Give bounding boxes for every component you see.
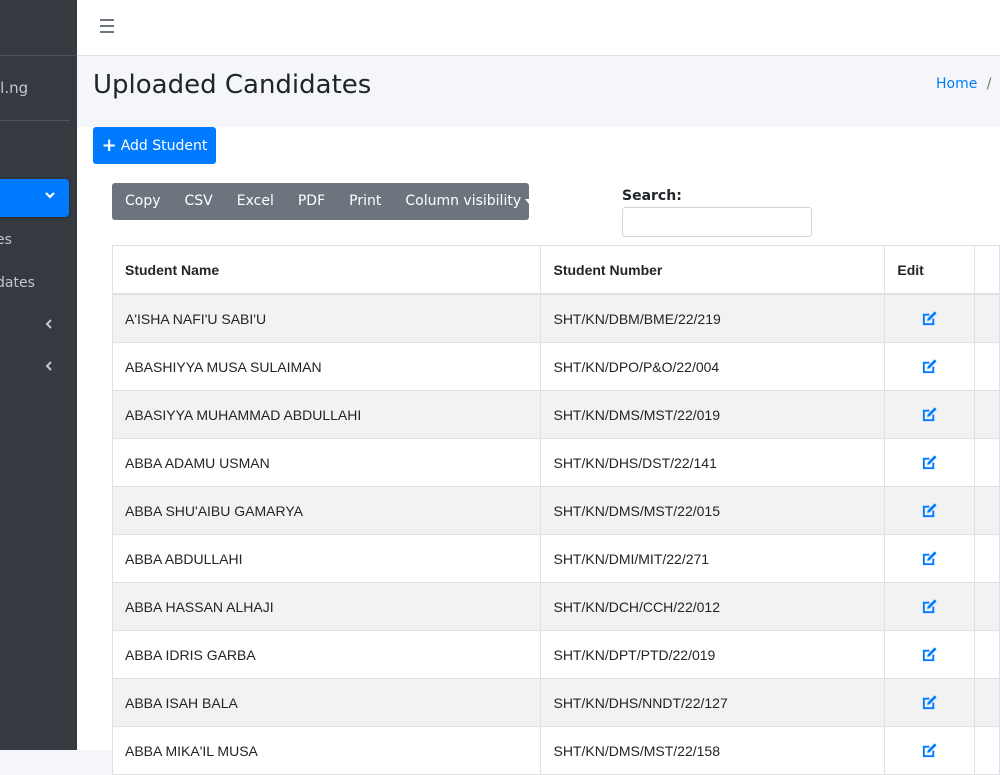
print-button[interactable]: Print: [337, 183, 393, 220]
student-number-cell: SHT/KN/DHS/NNDT/22/127: [540, 678, 886, 727]
sidebar-user-email[interactable]: il.ng: [0, 79, 28, 97]
student-number-cell: SHT/KN/DMI/MIT/22/271: [540, 534, 886, 583]
table-row: ABASHIYYA MUSA SULAIMAN SHT/KN/DPO/P&O/22…: [111, 342, 1000, 391]
student-name-cell: ABBA ISAH BALA: [111, 678, 542, 727]
table-row: ABBA ABDULLAHI SHT/KN/DMI/MIT/22/271: [111, 534, 1000, 583]
chevron-down-icon: [45, 192, 55, 199]
edit-icon[interactable]: [921, 694, 938, 711]
student-name-cell: ABBA HASSAN ALHAJI: [111, 582, 542, 631]
extra-cell: [973, 726, 1000, 775]
student-name-cell: ABBA ADAMU USMAN: [111, 438, 542, 487]
student-number-cell: SHT/KN/DMS/MST/22/019: [540, 390, 886, 439]
edit-cell[interactable]: [884, 486, 975, 535]
menu-toggle-icon[interactable]: [100, 19, 114, 35]
sidebar-item-3[interactable]: [0, 317, 16, 331]
edit-cell[interactable]: [884, 293, 975, 343]
copy-button[interactable]: Copy: [112, 183, 173, 220]
chevron-left-icon[interactable]: [44, 318, 54, 330]
edit-cell[interactable]: [884, 390, 975, 439]
edit-cell[interactable]: [884, 678, 975, 727]
student-name-cell: ABBA MIKA'IL MUSA: [111, 726, 542, 775]
page-title: Uploaded Candidates: [93, 70, 372, 100]
student-number-cell: SHT/KN/DBM/BME/22/219: [540, 293, 886, 343]
student-number-cell: SHT/KN/DMS/MST/22/015: [540, 486, 886, 535]
table-row: ABBA MIKA'IL MUSA SHT/KN/DMS/MST/22/158: [111, 726, 1000, 775]
table-body: A'ISHA NAFI'U SABI'U SHT/KN/DBM/BME/22/21…: [111, 293, 1000, 775]
edit-icon[interactable]: [921, 406, 938, 423]
sidebar: il.ng es dates: [0, 0, 77, 750]
top-navbar: [77, 0, 1000, 56]
student-number-cell: SHT/KN/DPO/P&O/22/004: [540, 342, 886, 391]
edit-icon[interactable]: [921, 550, 938, 567]
breadcrumb-home-link[interactable]: Home: [936, 76, 977, 92]
student-number-cell: SHT/KN/DPT/PTD/22/019: [540, 630, 886, 679]
student-name-cell: ABASHIYYA MUSA SULAIMAN: [111, 342, 542, 391]
edit-icon[interactable]: [921, 742, 938, 759]
column-visibility-button[interactable]: Column visibility: [393, 183, 545, 220]
student-name-cell: ABASIYYA MUHAMMAD ABDULLAHI: [111, 390, 542, 439]
export-button-group: Copy CSV Excel PDF Print Column visibili…: [112, 183, 534, 220]
edit-cell[interactable]: [884, 438, 975, 487]
table-header-row: Student Name Student Number Edit: [111, 245, 1000, 295]
edit-icon[interactable]: [921, 454, 938, 471]
extra-cell: [973, 630, 1000, 679]
add-student-label: Add Student: [120, 137, 208, 154]
chevron-left-icon[interactable]: [44, 360, 54, 372]
edit-cell[interactable]: [884, 630, 975, 679]
sidebar-item-4[interactable]: [0, 359, 16, 373]
extra-cell: [973, 438, 1000, 487]
caret-down-icon: [525, 198, 534, 204]
edit-cell[interactable]: [884, 582, 975, 631]
student-name-cell: A'ISHA NAFI'U SABI'U: [111, 293, 542, 343]
extra-cell: [973, 486, 1000, 535]
extra-cell: [973, 582, 1000, 631]
sidebar-item-active[interactable]: [0, 179, 69, 217]
student-name-cell: ABBA ABDULLAHI: [111, 534, 542, 583]
edit-icon[interactable]: [921, 598, 938, 615]
search-input[interactable]: [622, 207, 812, 237]
column-header-student-name[interactable]: Student Name: [111, 245, 542, 295]
column-header-student-number[interactable]: Student Number: [540, 245, 886, 295]
add-student-button[interactable]: + Add Student: [93, 127, 216, 164]
pdf-button[interactable]: PDF: [286, 183, 337, 220]
table-row: ABBA HASSAN ALHAJI SHT/KN/DCH/CCH/22/012: [111, 582, 1000, 631]
excel-button[interactable]: Excel: [225, 183, 286, 220]
edit-cell[interactable]: [884, 534, 975, 583]
search-label: Search:: [622, 188, 682, 204]
extra-cell: [973, 390, 1000, 439]
student-name-cell: ABBA SHU'AIBU GAMARYA: [111, 486, 542, 535]
sidebar-brand[interactable]: [0, 0, 77, 56]
sidebar-item-uploaded-candidates[interactable]: dates: [0, 275, 35, 291]
table-row: ABBA ISAH BALA SHT/KN/DHS/NNDT/22/127: [111, 678, 1000, 727]
column-header-extra[interactable]: [973, 245, 1000, 295]
extra-cell: [973, 293, 1000, 343]
table-row: ABASIYYA MUHAMMAD ABDULLAHI SHT/KN/DMS/MS…: [111, 390, 1000, 439]
edit-cell[interactable]: [884, 342, 975, 391]
column-header-edit[interactable]: Edit: [884, 245, 975, 295]
plus-icon: +: [101, 134, 117, 156]
edit-icon[interactable]: [921, 502, 938, 519]
student-number-cell: SHT/KN/DHS/DST/22/141: [540, 438, 886, 487]
column-visibility-label: Column visibility: [405, 193, 522, 209]
candidates-table: Student Name Student Number Edit A'ISHA …: [111, 245, 1000, 775]
student-number-cell: SHT/KN/DMS/MST/22/158: [540, 726, 886, 775]
breadcrumb-separator: /: [986, 76, 992, 92]
extra-cell: [973, 678, 1000, 727]
sidebar-user-panel[interactable]: il.ng: [0, 56, 70, 121]
table-row: ABBA IDRIS GARBA SHT/KN/DPT/PTD/22/019: [111, 630, 1000, 679]
extra-cell: [973, 534, 1000, 583]
edit-cell[interactable]: [884, 726, 975, 775]
extra-cell: [973, 342, 1000, 391]
breadcrumb: Home / U: [936, 76, 1000, 92]
edit-icon[interactable]: [921, 310, 938, 327]
table-row: ABBA ADAMU USMAN SHT/KN/DHS/DST/22/141: [111, 438, 1000, 487]
csv-button[interactable]: CSV: [173, 183, 225, 220]
student-number-cell: SHT/KN/DCH/CCH/22/012: [540, 582, 886, 631]
student-name-cell: ABBA IDRIS GARBA: [111, 630, 542, 679]
table-row: A'ISHA NAFI'U SABI'U SHT/KN/DBM/BME/22/21…: [111, 293, 1000, 343]
edit-icon[interactable]: [921, 646, 938, 663]
table-row: ABBA SHU'AIBU GAMARYA SHT/KN/DMS/MST/22/0…: [111, 486, 1000, 535]
sidebar-item-candidates[interactable]: es: [0, 232, 12, 248]
edit-icon[interactable]: [921, 358, 938, 375]
